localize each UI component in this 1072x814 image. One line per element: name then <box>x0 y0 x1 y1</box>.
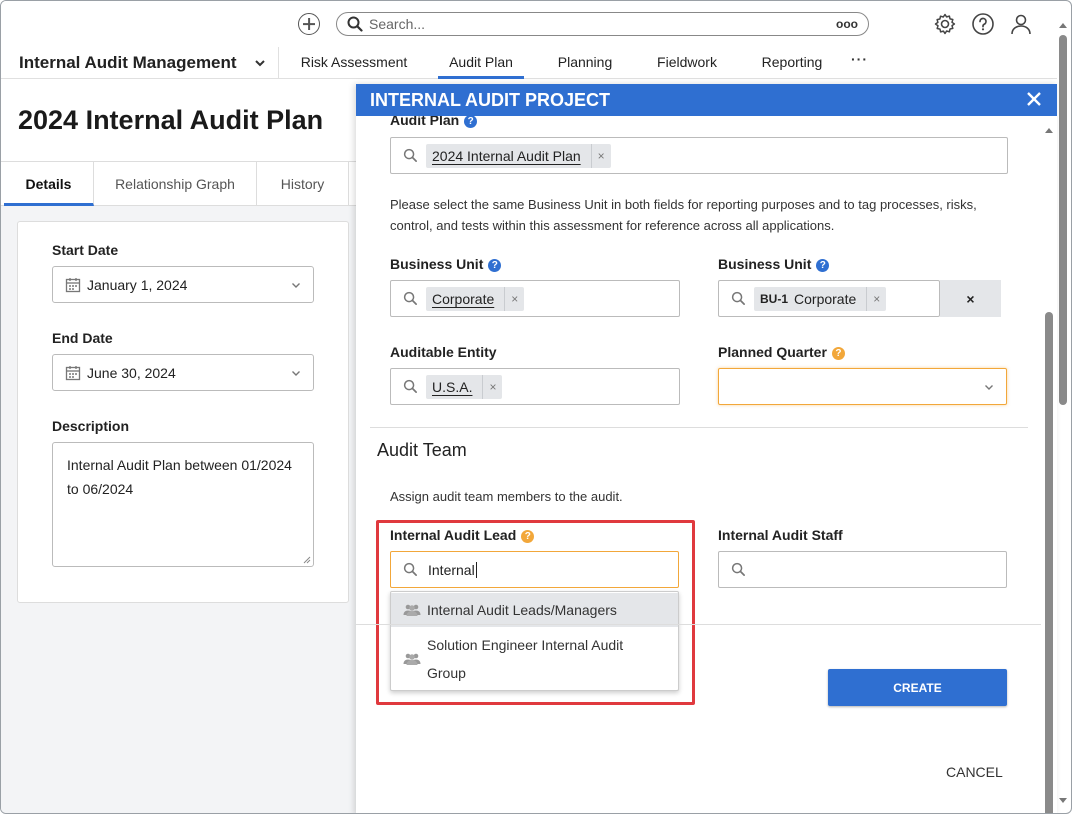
audit-plan-chip: 2024 Internal Audit Plan × <box>426 143 611 168</box>
start-date-value: January 1, 2024 <box>87 276 188 293</box>
modal-scrollbar[interactable] <box>1041 116 1057 813</box>
auditable-entity-label: Auditable Entity <box>390 344 497 360</box>
module-nav-bar: Internal Audit Management Risk Assessmen… <box>1 47 1057 79</box>
modal-header: INTERNAL AUDIT PROJECT <box>356 84 1057 116</box>
help-icon[interactable]: ? <box>488 259 502 272</box>
internal-audit-lead-label: Internal Audit Lead? <box>390 527 535 543</box>
help-icon[interactable]: ? <box>816 259 830 272</box>
help-icon[interactable]: ? <box>464 115 478 128</box>
remove-chip-icon[interactable]: × <box>482 374 496 399</box>
scroll-up-arrow-icon[interactable] <box>1044 126 1054 134</box>
resize-grip-icon[interactable] <box>303 556 311 564</box>
help-icon[interactable]: ? <box>831 347 845 360</box>
nav-tab-reporting[interactable]: Reporting <box>751 47 833 79</box>
help-icon[interactable]: ? <box>521 530 535 543</box>
text-caret <box>475 561 477 578</box>
description-label: Description <box>52 418 130 434</box>
top-bar: Search... ooo <box>1 1 1057 47</box>
user-profile-icon[interactable] <box>1009 12 1033 36</box>
calendar-icon <box>65 365 81 380</box>
modal-title: INTERNAL AUDIT PROJECT <box>370 90 611 110</box>
clear-business-unit-button[interactable]: × <box>940 280 1001 317</box>
modal-scrollbar-thumb[interactable] <box>1045 312 1053 813</box>
search-icon <box>403 562 417 576</box>
search-icon <box>731 291 745 305</box>
nav-tab-audit-plan[interactable]: Audit Plan <box>438 47 524 79</box>
chevron-down-icon <box>292 371 300 376</box>
lead-options-dropdown: Internal Audit Leads/Managers Solution E… <box>390 591 679 691</box>
app-name: Internal Audit Management <box>19 53 237 72</box>
nav-tab-planning[interactable]: Planning <box>545 47 625 79</box>
footer-divider <box>356 624 1041 625</box>
search-icon <box>731 562 745 576</box>
record-tabs: Details Relationship Graph History <box>1 161 357 206</box>
audit-plan-lookup[interactable]: 2024 Internal Audit Plan × <box>390 137 1008 174</box>
business-unit-lookup[interactable]: Corporate × <box>390 280 680 317</box>
gear-icon[interactable] <box>933 12 957 36</box>
end-date-label: End Date <box>52 330 113 346</box>
tab-relationship-graph[interactable]: Relationship Graph <box>94 162 257 206</box>
nav-tab-risk-assessment[interactable]: Risk Assessment <box>291 47 417 79</box>
dropdown-option[interactable]: Internal Audit Leads/Managers <box>391 593 678 627</box>
internal-audit-lead-value: Internal <box>428 561 475 578</box>
search-options-icon[interactable]: ooo <box>836 17 858 31</box>
internal-audit-staff-input[interactable] <box>718 551 1007 588</box>
create-button[interactable]: CREATE <box>828 669 1007 706</box>
description-value: Internal Audit Plan between 01/2024 to 0… <box>67 457 292 497</box>
scroll-down-arrow-icon[interactable] <box>1058 797 1068 805</box>
group-icon <box>403 604 421 616</box>
internal-audit-project-modal: INTERNAL AUDIT PROJECT Audit Plan? 2024 … <box>356 84 1057 813</box>
start-date-label: Start Date <box>52 242 119 258</box>
planned-quarter-label: Planned Quarter? <box>718 344 845 360</box>
nav-more-icon[interactable]: ··· <box>851 51 868 67</box>
tab-history[interactable]: History <box>257 162 349 206</box>
search-icon <box>403 148 417 162</box>
internal-audit-staff-label: Internal Audit Staff <box>718 527 843 543</box>
description-textarea[interactable]: Internal Audit Plan between 01/2024 to 0… <box>52 442 314 567</box>
audit-team-note: Assign audit team members to the audit. <box>390 489 623 504</box>
scroll-up-arrow-icon[interactable] <box>1058 21 1068 29</box>
business-unit-note: Please select the same Business Unit in … <box>390 197 977 233</box>
close-icon[interactable] <box>1025 90 1043 108</box>
page-title: 2024 Internal Audit Plan <box>18 105 324 135</box>
remove-chip-icon[interactable]: × <box>866 286 880 311</box>
page-scrollbar-thumb[interactable] <box>1059 35 1067 405</box>
nav-tab-fieldwork[interactable]: Fieldwork <box>646 47 728 79</box>
chevron-down-icon <box>255 60 265 67</box>
business-unit-lookup-2[interactable]: BU-1 Corporate × <box>718 280 940 317</box>
chevron-down-icon <box>292 283 300 288</box>
search-icon <box>403 379 417 393</box>
help-icon[interactable] <box>971 12 995 36</box>
business-unit-label-2: Business Unit? <box>718 256 830 272</box>
tab-details[interactable]: Details <box>4 162 94 206</box>
auditable-entity-chip: U.S.A. × <box>426 374 503 399</box>
remove-chip-icon[interactable]: × <box>590 143 605 168</box>
calendar-icon <box>65 277 81 292</box>
business-unit-chip: Corporate × <box>426 286 525 311</box>
planned-quarter-select[interactable] <box>718 368 1007 405</box>
chevron-down-icon <box>985 385 993 390</box>
group-icon <box>403 653 421 665</box>
end-date-value: June 30, 2024 <box>87 364 176 381</box>
auditable-entity-lookup[interactable]: U.S.A. × <box>390 368 680 405</box>
end-date-field[interactable]: June 30, 2024 <box>52 354 314 391</box>
page-scrollbar[interactable] <box>1055 21 1071 811</box>
business-unit-label: Business Unit? <box>390 256 502 272</box>
add-plus-icon[interactable] <box>298 13 320 35</box>
start-date-field[interactable]: January 1, 2024 <box>52 266 314 303</box>
cancel-button[interactable]: CANCEL <box>946 764 1003 780</box>
search-placeholder: Search... <box>369 16 426 32</box>
search-icon <box>347 16 363 32</box>
audit-team-title: Audit Team <box>377 440 467 460</box>
remove-chip-icon[interactable]: × <box>504 286 518 311</box>
search-icon <box>403 291 417 305</box>
app-window: Search... ooo Internal Audit Management … <box>0 0 1072 814</box>
business-unit-chip-2: BU-1 Corporate × <box>754 286 887 311</box>
dropdown-option[interactable]: Solution Engineer Internal Audit Group <box>391 630 678 688</box>
section-divider <box>370 427 1028 428</box>
app-switcher[interactable]: Internal Audit Management <box>1 47 279 79</box>
internal-audit-lead-input[interactable]: Internal <box>390 551 679 588</box>
global-search-input[interactable]: Search... ooo <box>336 12 869 36</box>
